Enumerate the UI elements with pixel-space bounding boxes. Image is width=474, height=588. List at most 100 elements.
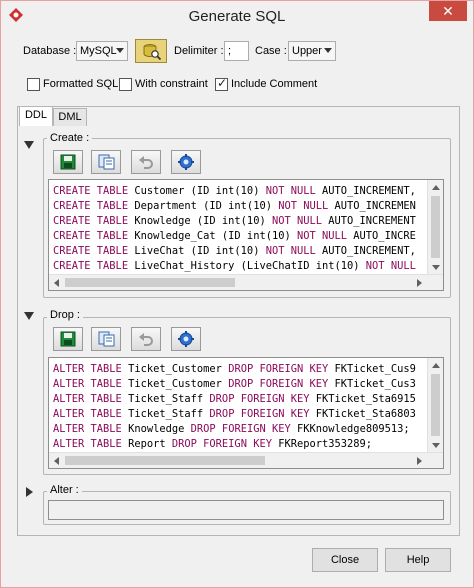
sql-keyword: CREATE TABLE <box>53 215 129 227</box>
create-undo-button[interactable] <box>131 150 161 174</box>
delimiter-label: Delimiter : <box>174 45 224 57</box>
sql-keyword: CREATE TABLE <box>53 245 129 257</box>
sql-keyword: ALTER TABLE <box>53 393 122 405</box>
window-close-button[interactable]: ✕ <box>429 1 467 21</box>
sql-text: FKTicket_Sta6803 <box>309 408 416 420</box>
window-title: Generate SQL <box>188 8 286 25</box>
drop-sql-line: ALTER TABLE Ticket_Staff DROP FOREIGN KE… <box>53 392 416 407</box>
create-save-button[interactable] <box>53 150 83 174</box>
create-sql-line: CREATE TABLE Knowledge (ID int(10) NOT N… <box>53 214 416 229</box>
database-select-value: MySQL <box>80 45 117 57</box>
database-search-icon <box>143 44 162 61</box>
sql-keyword: DROP FOREIGN KEY <box>209 393 310 405</box>
drop-copy-button[interactable] <box>91 327 121 351</box>
drop-horizontal-scroll-thumb[interactable] <box>65 456 265 465</box>
drop-settings-button[interactable] <box>171 327 201 351</box>
sql-keyword: DROP FOREIGN KEY <box>209 408 310 420</box>
sql-keyword: ALTER TABLE <box>53 438 122 450</box>
formatted-sql-checkbox[interactable] <box>27 78 40 91</box>
close-button[interactable]: Close <box>312 548 378 572</box>
create-horizontal-scrollbar[interactable] <box>49 274 443 290</box>
sql-keyword: NOT NULL <box>265 185 316 197</box>
scroll-right-icon[interactable] <box>417 279 422 287</box>
case-select[interactable]: Upper <box>288 41 336 61</box>
scroll-up-icon[interactable] <box>432 185 440 190</box>
create-vertical-scrollbar[interactable] <box>427 180 443 275</box>
help-button[interactable]: Help <box>385 548 451 572</box>
sql-keyword: NOT NULL <box>265 245 316 257</box>
sql-keyword: DROP FOREIGN KEY <box>228 378 329 390</box>
sql-text: Department (ID int(10) <box>128 200 279 212</box>
create-sql-line: CREATE TABLE LiveChat (ID int(10) NOT NU… <box>53 244 416 259</box>
with-constraint-checkbox[interactable] <box>119 78 132 91</box>
sql-keyword: CREATE TABLE <box>53 260 129 272</box>
database-select[interactable]: MySQL <box>76 41 128 61</box>
scroll-right-icon[interactable] <box>417 457 422 465</box>
create-sql-line: CREATE TABLE Knowledge_Cat (ID int(10) N… <box>53 229 416 244</box>
sql-keyword: NOT NULL <box>365 260 416 272</box>
scroll-left-icon[interactable] <box>54 457 59 465</box>
sql-keyword: NOT NULL <box>296 230 348 242</box>
delimiter-input[interactable]: ; <box>224 41 249 61</box>
create-collapse-toggle-icon[interactable] <box>24 141 34 149</box>
create-sql-line: CREATE TABLE LiveChat_History (LiveChatI… <box>53 259 416 274</box>
sql-text: AUTO_INCREMENT <box>322 215 416 227</box>
formatted-sql-label: Formatted SQL <box>43 78 119 90</box>
sql-keyword: DROP FOREIGN KEY <box>171 438 272 450</box>
alter-sql-text-area[interactable] <box>48 500 444 520</box>
drop-horizontal-scrollbar[interactable] <box>49 452 443 468</box>
chevron-down-icon <box>324 48 332 53</box>
sql-keyword: DROP FOREIGN KEY <box>190 423 291 435</box>
drop-vertical-scrollbar[interactable] <box>427 358 443 453</box>
case-label: Case : <box>255 45 287 57</box>
create-sql-lines: CREATE TABLE Customer (ID int(10) NOT NU… <box>53 184 416 274</box>
create-vertical-scroll-thumb[interactable] <box>431 196 440 258</box>
chevron-down-icon <box>116 48 124 53</box>
sql-keyword: DROP FOREIGN KEY <box>228 363 329 375</box>
sql-text: Report <box>121 438 172 450</box>
scroll-down-icon[interactable] <box>432 265 440 270</box>
drop-save-button[interactable] <box>53 327 83 351</box>
sql-keyword: ALTER TABLE <box>53 423 122 435</box>
drop-sql-line: ALTER TABLE Knowledge DROP FOREIGN KEY F… <box>53 422 416 437</box>
tab-ddl[interactable]: DDL <box>19 106 53 126</box>
include-comment-checkbox[interactable] <box>215 76 228 91</box>
create-sql-text-area[interactable]: CREATE TABLE Customer (ID int(10) NOT NU… <box>48 179 444 291</box>
create-horizontal-scroll-thumb[interactable] <box>65 278 235 287</box>
drop-undo-button[interactable] <box>131 327 161 351</box>
sql-text: Customer (ID int(10) <box>128 185 266 197</box>
drop-sql-line: ALTER TABLE Ticket_Customer DROP FOREIGN… <box>53 362 416 377</box>
sql-text: FKTicket_Sta6915 <box>309 393 416 405</box>
create-copy-button[interactable] <box>91 150 121 174</box>
sql-keyword: CREATE TABLE <box>53 230 129 242</box>
settings-icon <box>178 154 194 170</box>
create-settings-button[interactable] <box>171 150 201 174</box>
database-label: Database : <box>23 45 77 57</box>
generate-sql-dialog: Generate SQL ✕ Database : MySQL Delimite… <box>0 0 474 588</box>
title-bar[interactable]: Generate SQL ✕ <box>1 1 473 31</box>
copy-icon <box>98 154 115 170</box>
drop-vertical-scroll-thumb[interactable] <box>431 374 440 436</box>
scroll-down-icon[interactable] <box>432 443 440 448</box>
case-select-value: Upper <box>292 45 322 57</box>
drop-collapse-toggle-icon[interactable] <box>24 312 34 320</box>
with-constraint-label: With constraint <box>135 78 208 90</box>
sql-keyword: CREATE TABLE <box>53 185 129 197</box>
create-sql-line: CREATE TABLE Customer (ID int(10) NOT NU… <box>53 184 416 199</box>
sql-text: AUTO_INCREMENT, <box>315 185 416 197</box>
tab-dml[interactable]: DML <box>53 108 87 126</box>
alter-expand-toggle-icon[interactable] <box>26 487 33 497</box>
sql-keyword: NOT NULL <box>278 200 329 212</box>
sql-text: AUTO_INCREMENT, <box>315 245 416 257</box>
settings-icon <box>178 331 194 347</box>
sql-keyword: ALTER TABLE <box>53 378 122 390</box>
scroll-up-icon[interactable] <box>432 363 440 368</box>
copy-icon <box>98 331 115 347</box>
undo-icon <box>139 156 153 169</box>
scroll-left-icon[interactable] <box>54 279 59 287</box>
drop-sql-line: ALTER TABLE Ticket_Staff DROP FOREIGN KE… <box>53 407 416 422</box>
database-config-button[interactable] <box>135 39 167 63</box>
sql-text: Knowledge (ID int(10) <box>128 215 272 227</box>
drop-sql-text-area[interactable]: ALTER TABLE Ticket_Customer DROP FOREIGN… <box>48 357 444 469</box>
sql-text: Ticket_Customer <box>121 378 229 390</box>
